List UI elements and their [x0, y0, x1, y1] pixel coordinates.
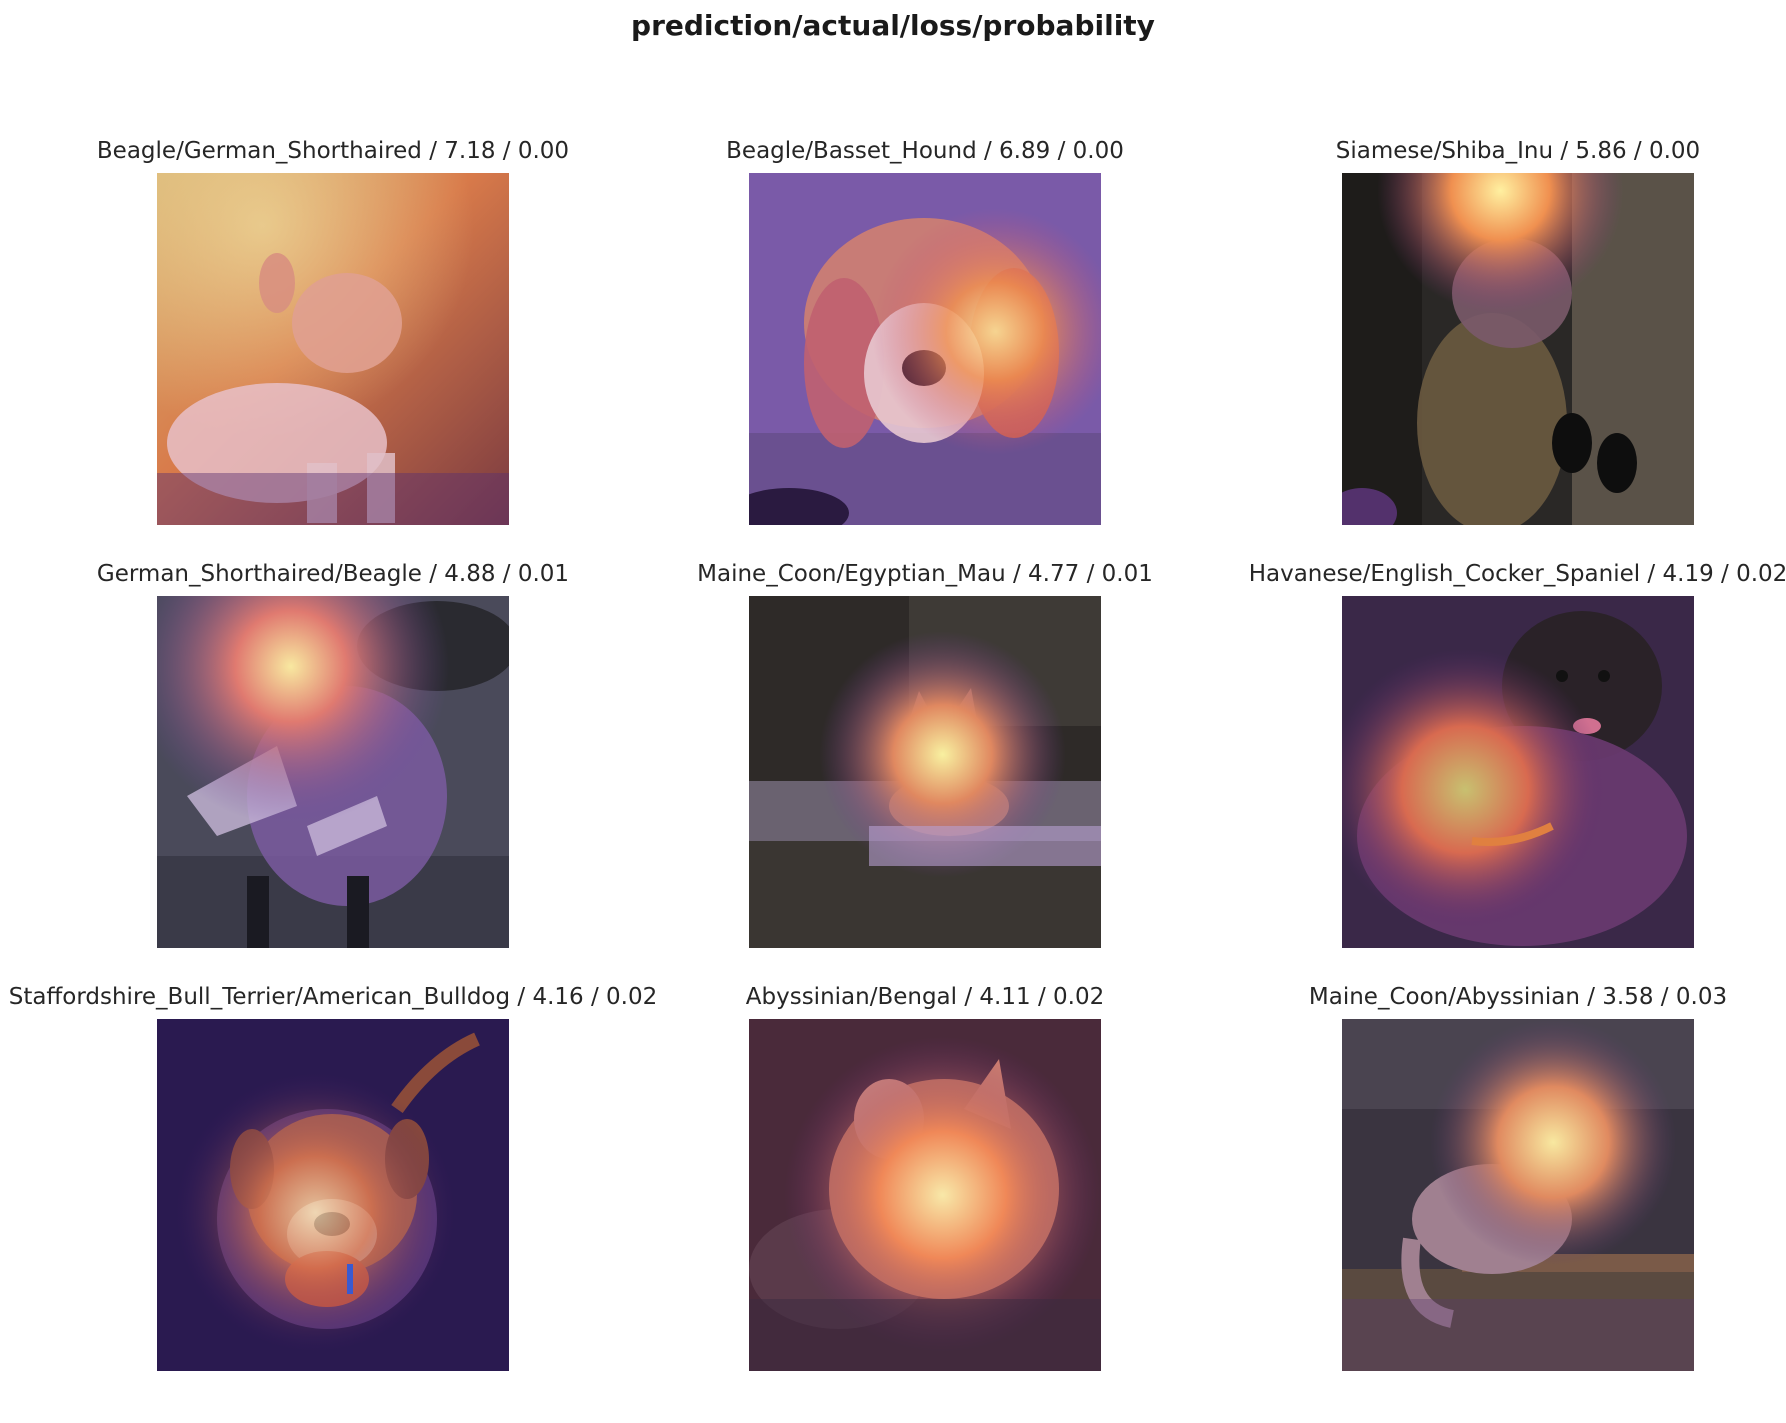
- panel-caption: Siamese/Shiba_Inu / 5.86 / 0.00: [1335, 138, 1701, 164]
- figure-title: prediction/actual/loss/probability: [631, 9, 1155, 42]
- heatmap-overlay-image: [157, 173, 509, 525]
- panel-caption: Havanese/English_Cocker_Spaniel / 4.19 /…: [1248, 561, 1786, 587]
- panel-caption: Maine_Coon/Abyssinian / 3.58 / 0.03: [1308, 984, 1728, 1010]
- heatmap-overlay-image: [749, 596, 1101, 948]
- heatmap-overlay-image: [1342, 1019, 1694, 1371]
- heatmap-overlay-image: [157, 596, 509, 948]
- heatmap-overlay-image: [1342, 173, 1694, 525]
- heatmap-overlay-image: [157, 1019, 509, 1371]
- heatmap-overlay-image: [749, 1019, 1101, 1371]
- heatmap-overlay-image: [749, 173, 1101, 525]
- heatmap-overlay-image: [1342, 596, 1694, 948]
